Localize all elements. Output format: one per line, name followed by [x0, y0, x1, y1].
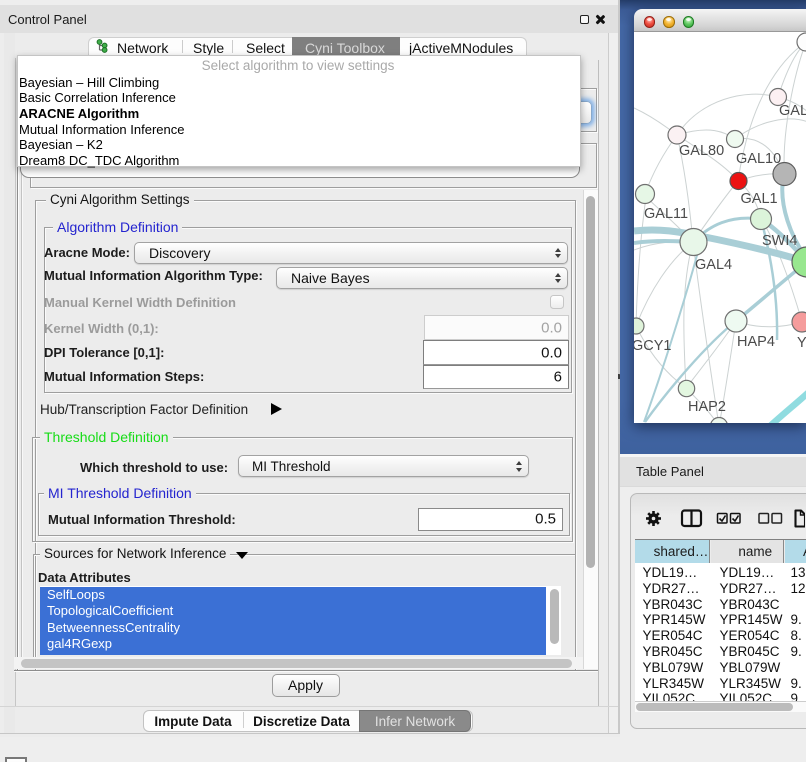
svg-text:GAL80: GAL80	[679, 143, 724, 159]
svg-text:GAL7: GAL7	[779, 103, 806, 119]
svg-text:GAL11: GAL11	[644, 206, 688, 222]
svg-text:GAL10: GAL10	[736, 151, 781, 167]
svg-text:SWI4: SWI4	[762, 233, 797, 249]
svg-text:GAL4: GAL4	[695, 257, 732, 273]
svg-text:HAP4: HAP4	[737, 334, 775, 350]
svg-text:GCY1: GCY1	[634, 338, 672, 354]
svg-text:GAL1: GAL1	[741, 191, 778, 207]
svg-text:Y: Y	[797, 335, 806, 351]
svg-text:HAP2: HAP2	[688, 399, 726, 415]
